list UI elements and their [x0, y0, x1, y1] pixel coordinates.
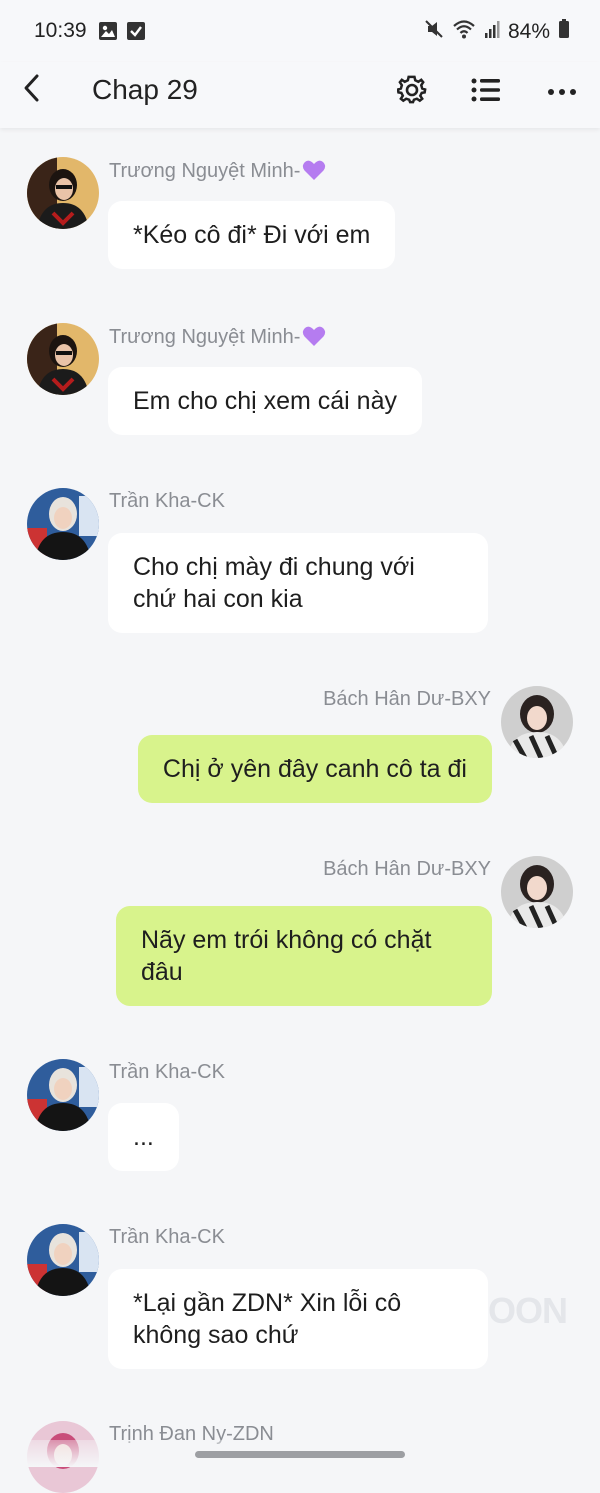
- chapter-list-button[interactable]: [466, 72, 506, 112]
- sender-name: Trần Kha-CK: [109, 1061, 225, 1083]
- mute-icon: [424, 19, 444, 45]
- app-bar: Chap 29: [0, 62, 600, 128]
- sender-name: Trần Kha-CK: [109, 490, 225, 512]
- avatar[interactable]: [27, 323, 99, 395]
- settings-button[interactable]: [392, 72, 432, 112]
- chat-bubble[interactable]: Em cho chị xem cái này: [108, 367, 422, 435]
- avatar[interactable]: [27, 488, 99, 560]
- purple-heart-icon: [303, 326, 326, 346]
- purple-heart-icon: [303, 160, 326, 180]
- avatar[interactable]: [27, 1224, 99, 1296]
- battery-icon: [558, 19, 570, 45]
- status-bar: 10:39 84%: [0, 0, 600, 62]
- chat-bubble[interactable]: *Lại gần ZDN* Xin lỗi cô không sao chứ: [108, 1269, 488, 1369]
- chat-bubble[interactable]: Nãy em trói không có chặt đâu: [116, 906, 492, 1006]
- list-icon: [471, 77, 501, 108]
- gallery-icon: [98, 21, 118, 46]
- battery-label: 84%: [507, 20, 550, 43]
- sender-name: Bách Hân Dư-BXY: [323, 688, 491, 710]
- back-button[interactable]: [14, 72, 50, 108]
- back-arrow-icon: [22, 73, 42, 108]
- watermark: OON: [488, 1290, 568, 1331]
- chat-bubble[interactable]: Cho chị mày đi chung với chứ hai con kia: [108, 533, 488, 633]
- chat-bubble[interactable]: *Kéo cô đi* Đi với em: [108, 201, 396, 269]
- chat-bubble[interactable]: ...: [108, 1103, 179, 1171]
- more-icon: [547, 83, 577, 101]
- page-title: Chap 29: [92, 74, 198, 105]
- more-button[interactable]: [542, 72, 582, 112]
- status-time: 10:39: [34, 19, 87, 42]
- sender-name: Trương Nguyệt Minh-: [109, 160, 301, 182]
- gear-icon: [396, 75, 427, 110]
- avatar[interactable]: [501, 856, 573, 928]
- avatar[interactable]: [27, 1059, 99, 1131]
- avatar[interactable]: [501, 686, 573, 758]
- checkbox-icon: [126, 21, 146, 46]
- home-indicator[interactable]: [195, 1451, 405, 1458]
- sender-name: Trần Kha-CK: [109, 1226, 225, 1248]
- chat-bubble[interactable]: Chị ở yên đây canh cô ta đi: [137, 735, 492, 803]
- signal-icon: [484, 19, 500, 45]
- avatar[interactable]: [27, 157, 99, 229]
- wifi-icon: [452, 19, 476, 45]
- sender-name: Trương Nguyệt Minh-: [109, 326, 301, 348]
- sender-name: Bách Hân Dư-BXY: [323, 858, 491, 880]
